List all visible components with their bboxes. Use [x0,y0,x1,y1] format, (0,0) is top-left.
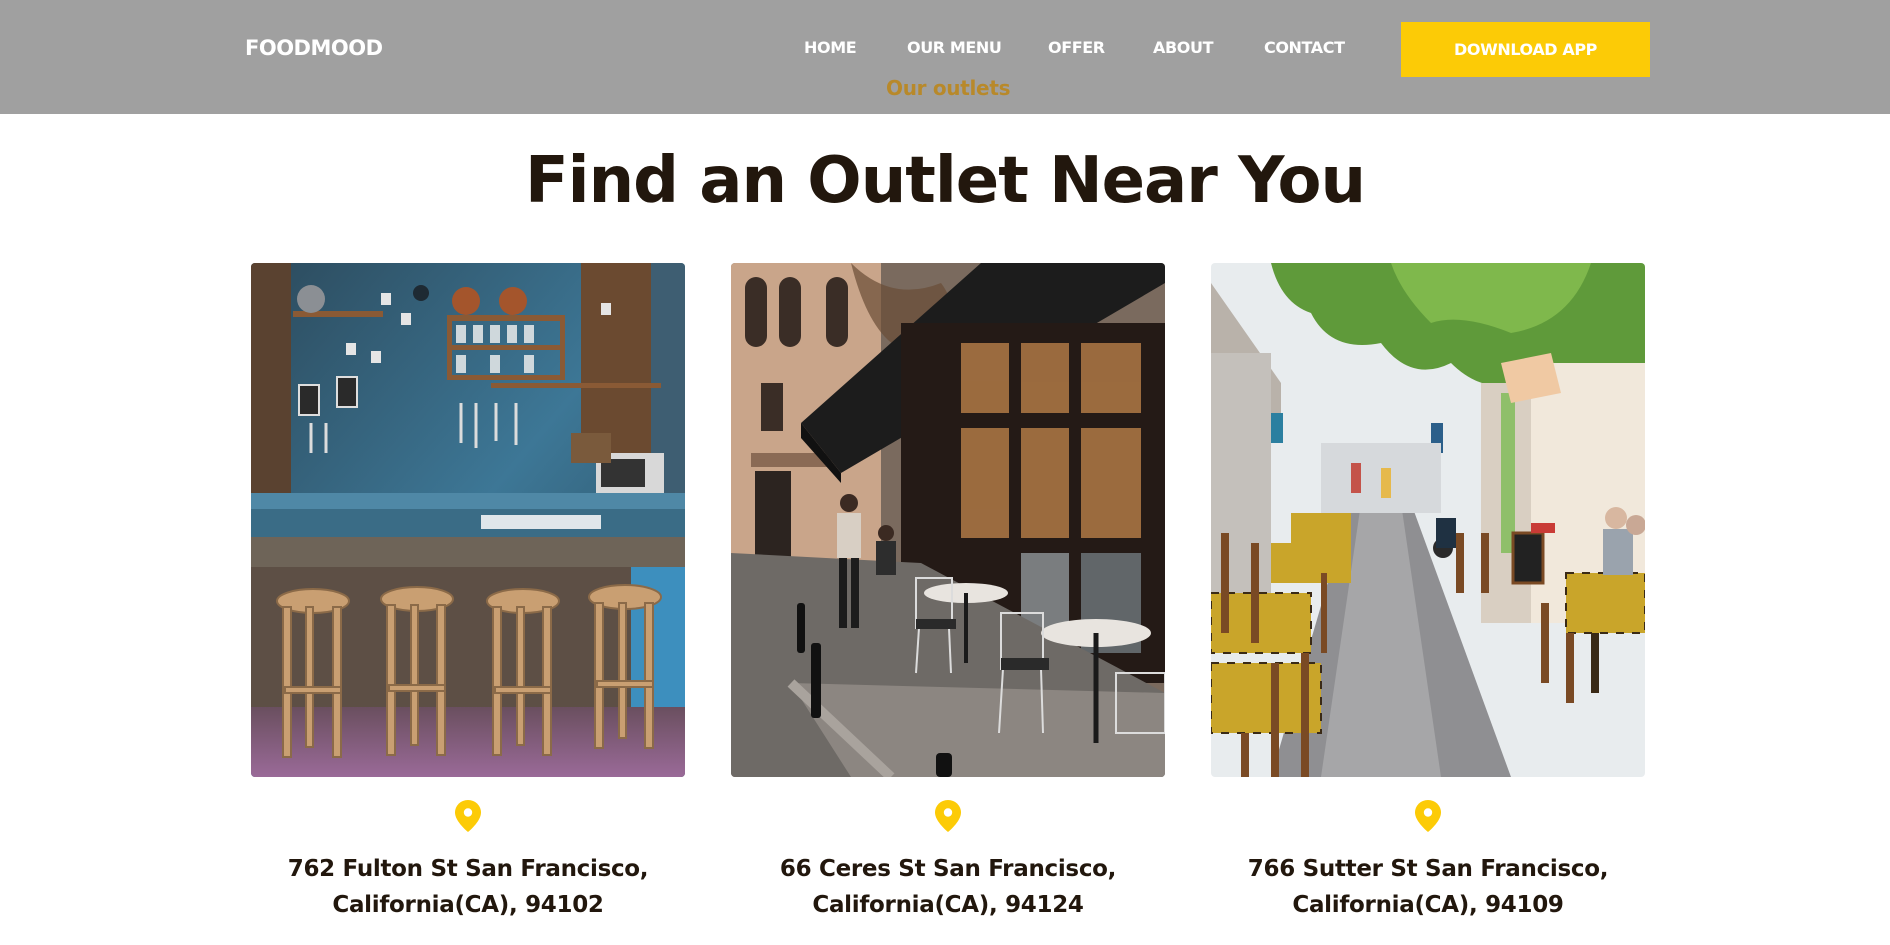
nav-our-outlets[interactable]: Our outlets [886,76,1011,100]
page-title: Find an Outlet Near You [524,144,1366,218]
nav-our-menu[interactable]: OUR MENU [907,38,1002,57]
nav-contact[interactable]: CONTACT [1264,38,1345,57]
location-pin-icon [935,800,961,832]
outlet-address: 762 Fulton St San Francisco, California(… [231,851,705,923]
outlet-card: 66 Ceres St San Francisco, California(CA… [731,263,1165,918]
address-line-2: California(CA), 94124 [812,892,1084,918]
nav-offer[interactable]: OFFER [1048,38,1105,57]
site-header: FOODMOOD HOME OUR MENU OFFER ABOUT CONTA… [0,0,1890,114]
outlet-photo-street-cafe [731,263,1165,777]
location-pin-icon [455,800,481,832]
download-app-button[interactable]: DOWNLOAD APP [1401,22,1650,77]
address-line-1: 766 Sutter St San Francisco, [1247,856,1609,882]
outlet-photo-cafe-interior [251,263,685,777]
address-line-1: 66 Ceres St San Francisco, [779,856,1117,882]
outlet-photo-alley-terrace [1211,263,1645,777]
outlet-address: 766 Sutter St San Francisco, California(… [1191,851,1665,923]
outlet-card: 766 Sutter St San Francisco, California(… [1211,263,1645,918]
outlet-card: 762 Fulton St San Francisco, California(… [251,263,685,918]
address-line-2: California(CA), 94102 [332,892,604,918]
nav-about[interactable]: ABOUT [1153,38,1213,57]
address-line-2: California(CA), 94109 [1292,892,1564,918]
nav-home[interactable]: HOME [804,38,857,57]
outlet-address: 66 Ceres St San Francisco, California(CA… [711,851,1185,923]
location-pin-icon [1415,800,1441,832]
address-line-1: 762 Fulton St San Francisco, [287,856,649,882]
